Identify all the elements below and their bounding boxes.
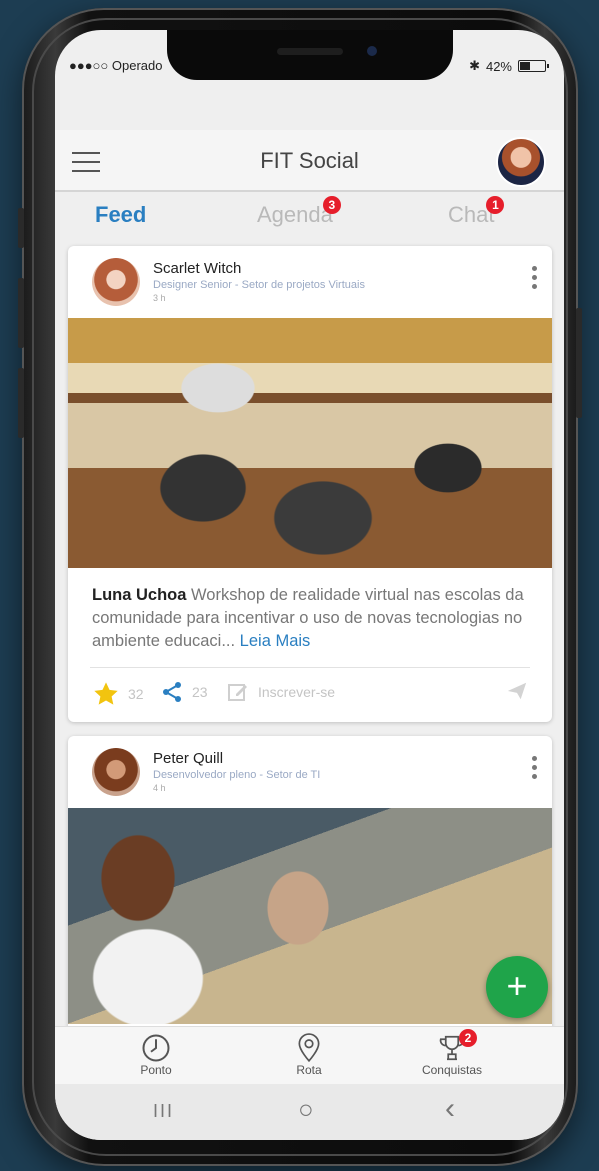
send-icon [507, 682, 527, 700]
tab-feed[interactable]: Feed [95, 202, 146, 228]
chat-badge: 1 [486, 196, 505, 214]
carrier-label: ●●●○○ Operado [69, 58, 163, 73]
battery-level [520, 62, 530, 70]
bottom-nav: Ponto Rota 2 Conquistas [55, 1026, 564, 1084]
post-card: Peter Quill Desenvolvedor pleno - Setor … [68, 736, 552, 1036]
post-author-name[interactable]: Peter Quill [153, 750, 223, 767]
share-count: 23 [192, 684, 208, 700]
post-mention[interactable]: Luna Uchoa [92, 586, 186, 604]
tab-bar: Feed Agenda 3 Chat 1 [55, 192, 564, 242]
bluetooth-icon: ✱ [469, 58, 480, 73]
profile-avatar[interactable] [496, 137, 546, 187]
subscribe-button[interactable]: Inscrever-se [226, 680, 335, 704]
mute-switch [18, 208, 24, 248]
nav-rota[interactable]: Rota [264, 1033, 354, 1077]
read-more-link[interactable]: Leia Mais [235, 632, 311, 650]
post-card: Scarlet Witch Designer Senior - Setor de… [68, 246, 552, 722]
notch [167, 30, 453, 80]
conquistas-badge: 2 [459, 1029, 477, 1047]
power-button [576, 308, 582, 418]
nav-ponto[interactable]: Ponto [111, 1033, 201, 1077]
clock-icon [142, 1034, 170, 1062]
avatar[interactable] [92, 748, 140, 796]
subscribe-label: Inscrever-se [258, 684, 336, 700]
map-pin-icon [298, 1033, 320, 1063]
star-icon [94, 682, 118, 705]
battery-percent: 42% [485, 58, 512, 74]
home-button[interactable]: ○ [298, 1094, 314, 1125]
back-button[interactable]: ‹ [445, 1092, 455, 1126]
share-button[interactable]: 23 [160, 680, 208, 704]
nav-label: Ponto [140, 1063, 172, 1077]
nav-conquistas[interactable]: 2 Conquistas [407, 1029, 497, 1077]
speaker [277, 48, 343, 55]
recents-button[interactable]: III [153, 1101, 174, 1122]
agenda-badge: 3 [322, 196, 341, 214]
app-title: FIT Social [260, 148, 359, 173]
post-actions: 32 23 Inscrever-se [68, 668, 552, 718]
tab-agenda[interactable]: Agenda 3 [257, 196, 341, 228]
post-author-role: Desenvolvedor pleno - Setor de TI [153, 769, 321, 781]
more-options-icon[interactable] [532, 756, 538, 783]
post-time: 4 h [153, 783, 166, 793]
avatar[interactable] [92, 258, 140, 306]
volume-up-button [18, 278, 24, 348]
nav-label: Conquistas [421, 1063, 483, 1077]
post-header: Peter Quill Desenvolvedor pleno - Setor … [68, 736, 552, 808]
more-options-icon[interactable] [532, 266, 538, 293]
battery-icon [518, 60, 549, 72]
add-post-button[interactable]: + [486, 956, 548, 1018]
phone-screen: ●●●○○ Operado ✱ 42% FIT Social Feed Agen… [55, 30, 564, 1140]
share-icon [163, 682, 181, 702]
app-bar: FIT Social [55, 130, 564, 192]
post-image[interactable] [68, 318, 552, 568]
tab-chat[interactable]: Chat 1 [448, 196, 505, 228]
tab-feed-label: Feed [95, 202, 147, 227]
nav-label: Rota [296, 1063, 322, 1077]
post-author-role: Designer Senior - Setor de projetos Virt… [153, 279, 365, 291]
post-image[interactable] [68, 808, 552, 1024]
send-button[interactable] [506, 680, 528, 702]
like-count: 32 [128, 686, 144, 702]
post-time: 3 h [153, 293, 166, 303]
system-nav-bar: III ○ ‹ [55, 1084, 564, 1140]
post-author-name[interactable]: Scarlet Witch [153, 260, 241, 277]
volume-down-button [18, 368, 24, 438]
edit-icon [228, 684, 247, 701]
status-right: ✱ 42% [469, 58, 549, 74]
post-text: Luna Uchoa Workshop de realidade virtual… [68, 568, 552, 653]
tab-agenda-label: Agenda [257, 202, 333, 227]
front-camera [367, 46, 377, 56]
post-header: Scarlet Witch Designer Senior - Setor de… [68, 246, 552, 318]
like-button[interactable]: 32 [92, 680, 144, 708]
